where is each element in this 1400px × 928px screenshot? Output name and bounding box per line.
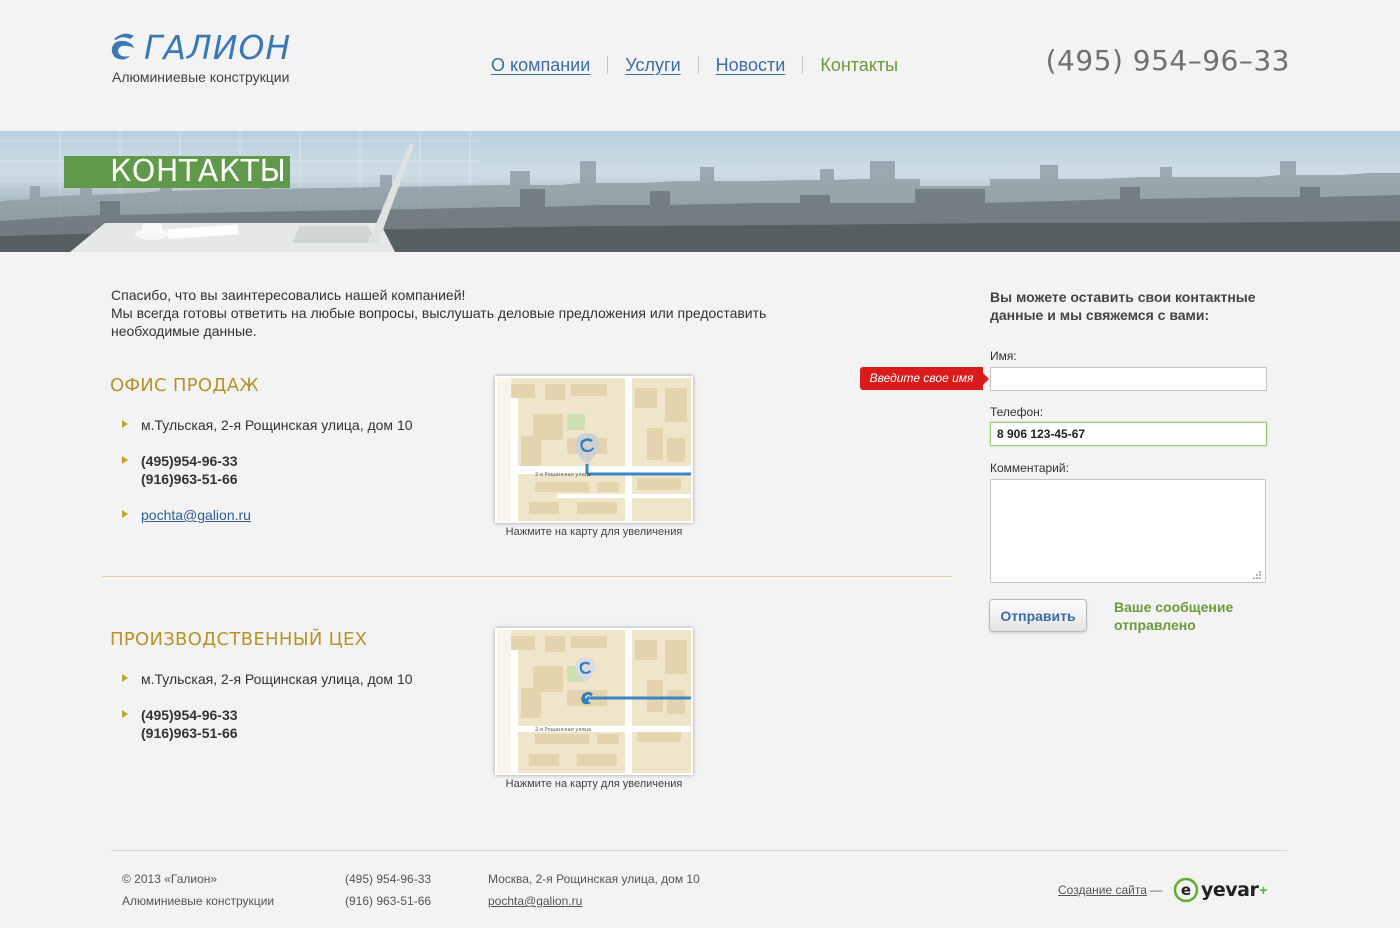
map-street-label: 2-я Рощинская улица	[535, 727, 591, 733]
bullet-icon	[122, 674, 128, 682]
credit-dash: —	[1150, 883, 1163, 897]
phones-row: (495)954-96-33 (916)963-51-66	[122, 706, 413, 742]
footer-copyright: © 2013 «Галион»	[122, 872, 218, 886]
main-nav: О компании Услуги Новости Контакты	[491, 54, 898, 76]
logo-tagline: Алюминиевые конструкции	[112, 69, 290, 85]
logo-title: ГАЛИОН	[144, 28, 292, 67]
section-divider	[102, 576, 952, 577]
yevar-logo[interactable]: e yevar +	[1173, 876, 1268, 904]
svg-text:e: e	[1181, 881, 1191, 899]
phone-2: (916)963-51-66	[141, 725, 238, 741]
phones-row: (495)954-96-33 (916)963-51-66	[122, 452, 413, 488]
footer-phone-1: (495) 954-96-33	[345, 872, 432, 886]
map-street-label: 2-я Рощинская улица	[535, 472, 591, 478]
yevar-e-icon: e	[1173, 877, 1199, 903]
email-link[interactable]: pochta@galion.ru	[141, 507, 251, 523]
footer-contacts: Москва, 2-я Рощинская улица, дом 10 poch…	[488, 868, 700, 912]
phone-label: Телефон:	[990, 405, 1044, 419]
office-title: ОФИС ПРОДАЖ	[110, 375, 260, 396]
workshop-map[interactable]: 2-я Рощинская улица	[495, 628, 693, 775]
address-text: м.Тульская, 2-я Рощинская улица, дом 10	[141, 671, 413, 687]
workshop-title: ПРОИЗВОДСТВЕННЫЙ ЦЕХ	[110, 629, 368, 650]
office-map[interactable]: 2-я Рощинская улица	[495, 376, 693, 523]
sail-logo-icon	[111, 33, 134, 60]
nav-item-services[interactable]: Услуги	[625, 55, 680, 76]
map-caption: Нажмите на карту для увеличения	[505, 778, 683, 790]
footer-credit: Создание сайта —	[1058, 879, 1162, 901]
footer-tagline: Алюминиевые конструкции	[122, 894, 275, 908]
email-row: pochta@galion.ru	[122, 506, 413, 524]
resize-grip-icon[interactable]	[1250, 568, 1262, 580]
office-info: м.Тульская, 2-я Рощинская улица, дом 10 …	[122, 416, 413, 524]
intro-line-2: Мы всегда готовы ответить на любые вопро…	[111, 305, 767, 339]
comment-textarea[interactable]	[990, 479, 1266, 583]
bullet-icon	[122, 510, 128, 518]
banner-title: КОНТАКТЫ	[64, 156, 290, 188]
workshop-info: м.Тульская, 2-я Рощинская улица, дом 10 …	[122, 670, 413, 742]
yevar-wordmark: yevar	[1201, 879, 1259, 901]
nav-item-contacts[interactable]: Контакты	[820, 55, 898, 76]
nav-item-about[interactable]: О компании	[491, 55, 590, 76]
form-lead: Вы можете оставить свои контактные данны…	[990, 289, 1256, 323]
page-banner: КОНТАКТЫ	[0, 131, 1400, 252]
bullet-icon	[122, 420, 128, 428]
success-message: Ваше сообщение отправлено	[1114, 599, 1234, 633]
header-phone: (495) 954–96–33	[1045, 44, 1290, 77]
map-image: 2-я Рощинская улица	[497, 378, 691, 521]
plus-icon: +	[1259, 882, 1268, 898]
map-caption: Нажмите на карту для увеличения	[505, 526, 683, 538]
address-text: м.Тульская, 2-я Рощинская улица, дом 10	[141, 417, 413, 433]
address-row: м.Тульская, 2-я Рощинская улица, дом 10	[122, 670, 413, 688]
city-skyline-image	[0, 131, 1400, 252]
intro-line-1: Спасибо, что вы заинтересовались нашей к…	[111, 287, 466, 303]
footer-address: Москва, 2-я Рощинская улица, дом 10	[488, 872, 700, 886]
phone-1: (495)954-96-33	[141, 453, 238, 469]
nav-item-news[interactable]: Новости	[716, 55, 786, 76]
footer-divider	[111, 850, 1287, 851]
submit-button[interactable]: Отправить	[989, 599, 1087, 632]
bullet-icon	[122, 456, 128, 464]
map-image: 2-я Рощинская улица	[497, 630, 691, 773]
address-row: м.Тульская, 2-я Рощинская улица, дом 10	[122, 416, 413, 434]
site-credit-link[interactable]: Создание сайта	[1058, 883, 1147, 897]
footer-company: © 2013 «Галион» Алюминиевые конструкции	[122, 868, 274, 912]
phone-1: (495)954-96-33	[141, 707, 238, 723]
name-label: Имя:	[990, 349, 1017, 363]
footer-phones: (495) 954-96-33 (916) 963-51-66	[345, 868, 431, 912]
phone-input[interactable]	[990, 422, 1267, 446]
bullet-icon	[122, 710, 128, 718]
phone-2: (916)963-51-66	[141, 471, 238, 487]
nav-separator	[802, 56, 804, 74]
footer-phone-2: (916) 963-51-66	[345, 894, 432, 908]
name-error-tooltip: Введите свое имя	[860, 367, 989, 390]
nav-separator	[607, 56, 609, 74]
name-input[interactable]	[990, 367, 1267, 391]
footer-email-link[interactable]: pochta@galion.ru	[488, 894, 582, 908]
comment-label: Комментарий:	[990, 461, 1069, 475]
intro-text: Спасибо, что вы заинтересовались нашей к…	[111, 286, 811, 340]
nav-separator	[697, 56, 699, 74]
